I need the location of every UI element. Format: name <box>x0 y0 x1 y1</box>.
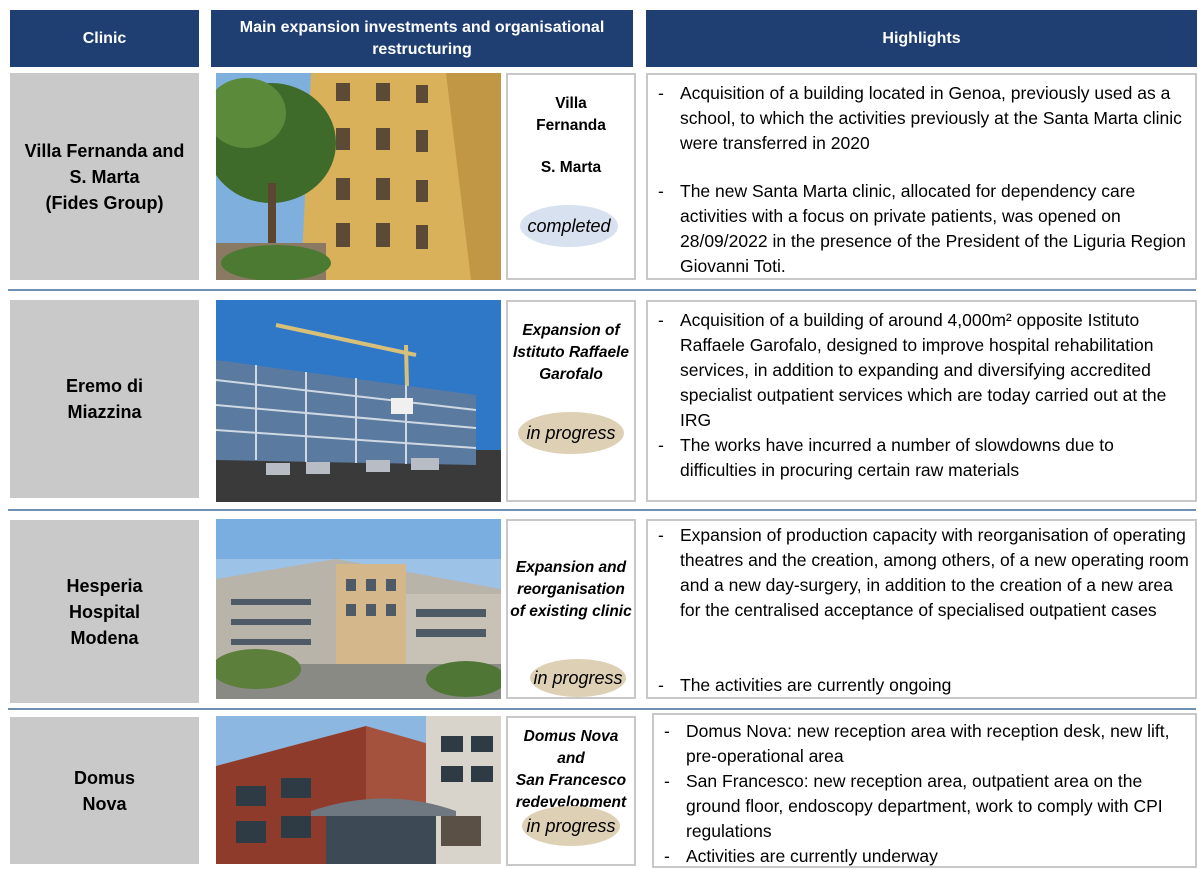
highlight-item: - The activities are currently ongoing <box>658 675 952 695</box>
header-investments: Main expansion investments and organisat… <box>211 10 633 67</box>
status-badge: completed <box>520 205 618 247</box>
status-badge: in progress <box>518 412 624 454</box>
clinic-cell-eremo-di-miazzina: Eremo di Miazzina <box>10 300 199 498</box>
project-cell-eremo-di-miazzina: Expansion of Istituto Raffaele Garofalo … <box>506 300 636 502</box>
highlight-item: - Activities are currently underway <box>664 846 938 866</box>
project-cell-villa-fernanda: Villa Fernanda S. Marta completed <box>506 73 636 280</box>
row-separator <box>8 708 1196 710</box>
status-badge: in progress <box>522 806 620 846</box>
clinic-name: Domus Nova <box>73 767 135 814</box>
clinic-name: Hesperia Hospital Modena <box>66 575 143 648</box>
highlights-cell-hesperia: - Expansion of production capacity with r… <box>646 519 1197 699</box>
highlight-item: - Acquisition of a building of around 4,0… <box>658 310 1167 430</box>
highlight-item: - Domus Nova: new reception area with rec… <box>664 721 1170 766</box>
status-badge: in progress <box>530 659 626 697</box>
project-subtitle: S. Marta <box>540 159 602 176</box>
project-title: Domus Nova and San Francesco redevelopme… <box>515 728 627 811</box>
clinic-cell-villa-fernanda: Villa Fernanda and S. Marta (Fides Group… <box>10 73 199 280</box>
highlight-item: - Expansion of production capacity with r… <box>658 525 1189 620</box>
highlight-item: - The new Santa Marta clinic, allocated f… <box>658 181 1186 276</box>
header-clinic: Clinic <box>10 10 199 67</box>
highlights-cell-domus-nova: - Domus Nova: new reception area with rec… <box>652 713 1197 868</box>
highlights-cell-villa-fernanda: - Acquisition of a building located in Ge… <box>646 73 1197 280</box>
clinic-photo-eremo-di-miazzina <box>216 300 501 502</box>
clinic-photo-villa-fernanda <box>216 73 501 280</box>
highlights-cell-eremo-di-miazzina: - Acquisition of a building of around 4,0… <box>646 300 1197 502</box>
highlight-item: - San Francesco: new reception area, outp… <box>664 771 1163 841</box>
header-highlights: Highlights <box>646 10 1197 67</box>
row-separator <box>8 289 1196 291</box>
highlight-item: - The works have incurred a number of slo… <box>658 435 1114 480</box>
clinic-name: Villa Fernanda and S. Marta (Fides Group… <box>24 140 185 213</box>
highlight-item: - Acquisition of a building located in Ge… <box>658 83 1182 153</box>
project-title: Villa Fernanda <box>536 95 606 134</box>
row-separator <box>8 509 1196 511</box>
project-title: Expansion and reorganisation of existing… <box>510 559 632 620</box>
clinic-photo-hesperia <box>216 519 501 699</box>
project-cell-domus-nova: Domus Nova and San Francesco redevelopme… <box>506 716 636 866</box>
clinic-photo-domus-nova <box>216 716 501 864</box>
clinic-cell-domus-nova: Domus Nova <box>10 717 199 864</box>
clinic-name: Eremo di Miazzina <box>65 376 144 422</box>
project-cell-hesperia: Expansion and reorganisation of existing… <box>506 519 636 699</box>
clinic-cell-hesperia: Hesperia Hospital Modena <box>10 520 199 703</box>
project-title: Expansion of Istituto Raffaele Garofalo <box>513 322 629 383</box>
